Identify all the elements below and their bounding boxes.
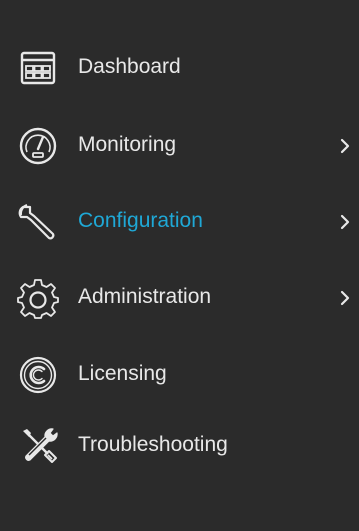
sidebar-item-dashboard[interactable]: Dashboard: [0, 38, 359, 98]
copyright-icon: [17, 354, 59, 396]
sidebar-item-label: Configuration: [78, 209, 203, 232]
wrench-icon: [17, 201, 59, 243]
dashboard-icon: [17, 47, 59, 89]
sidebar-item-label: Licensing: [78, 362, 167, 385]
chevron-right-icon[interactable]: [338, 211, 352, 233]
sidebar-item-label: Monitoring: [78, 133, 177, 156]
sidebar-item-licensing[interactable]: Licensing: [0, 345, 359, 405]
sidebar-item-label: Administration: [78, 285, 212, 308]
gear-icon: [17, 277, 59, 319]
gauge-icon: [17, 125, 59, 167]
chevron-right-icon[interactable]: [338, 135, 352, 157]
chevron-right-icon[interactable]: [338, 287, 352, 309]
sidebar-item-configuration[interactable]: Configuration: [0, 192, 359, 252]
sidebar-item-troubleshooting[interactable]: Troubleshooting: [0, 416, 359, 476]
sidebar-item-label: Dashboard: [78, 55, 181, 78]
tools-icon: [17, 425, 59, 467]
sidebar-item-administration[interactable]: Administration: [0, 268, 359, 328]
sidebar-item-monitoring[interactable]: Monitoring: [0, 116, 359, 176]
sidebar-item-label: Troubleshooting: [78, 433, 228, 456]
sidebar-nav: Dashboard Monitoring Configuration Admin…: [0, 0, 359, 531]
